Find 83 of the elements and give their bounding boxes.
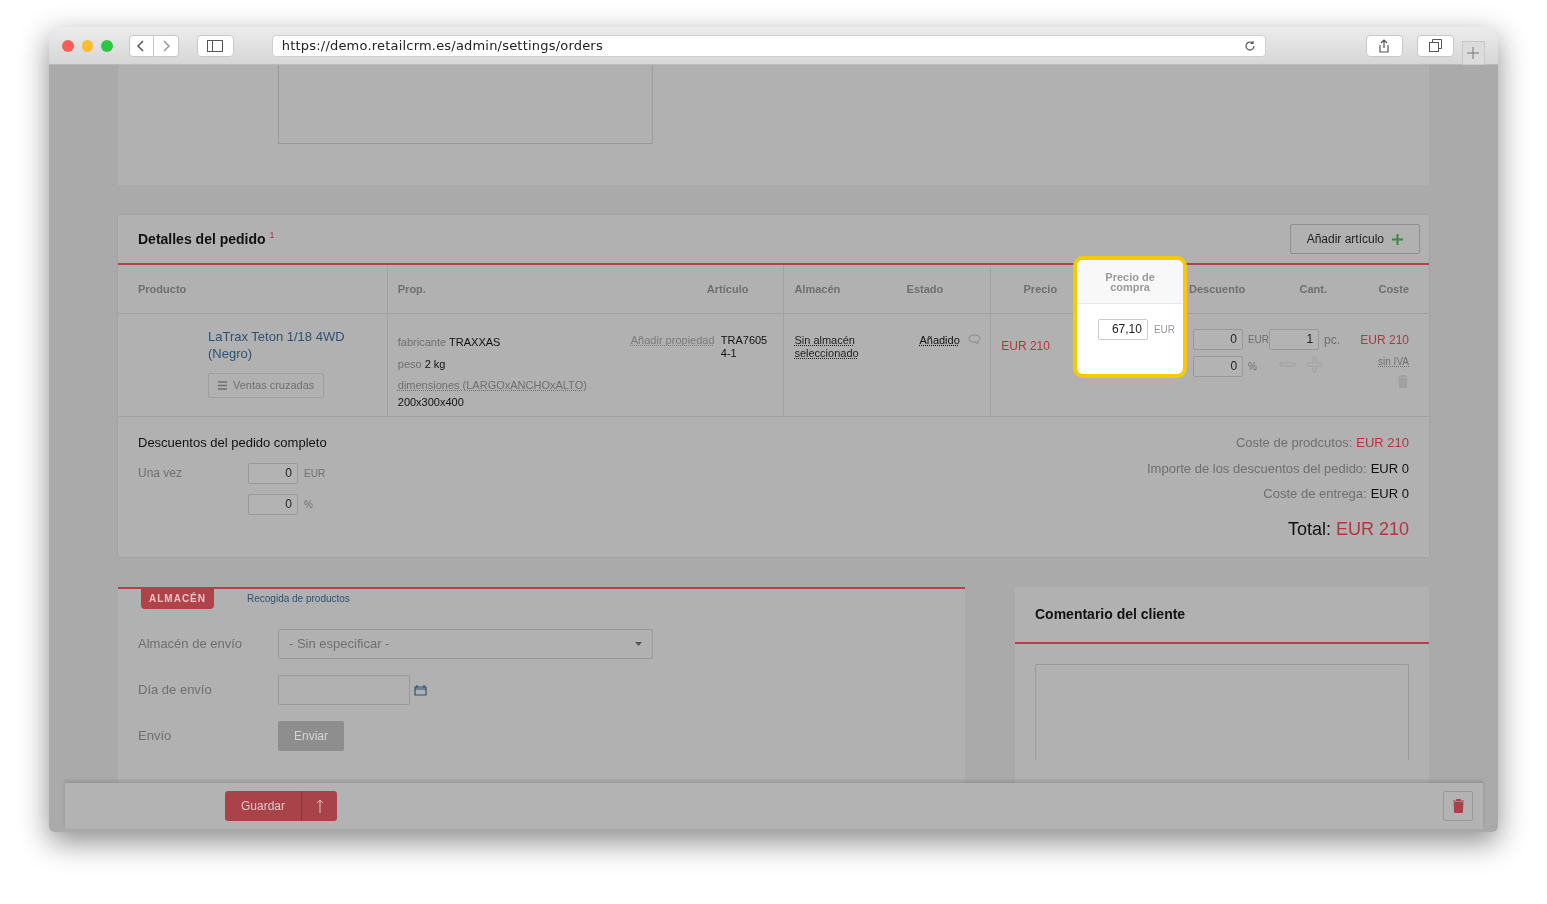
quantity-input[interactable]: 1 bbox=[1269, 329, 1320, 350]
section-title: Comentario del cliente bbox=[1035, 604, 1186, 624]
total-label: Importe de los descuentos del pedido: bbox=[1147, 459, 1367, 478]
share-button[interactable] bbox=[1365, 34, 1403, 57]
total-label: Coste de entrega: bbox=[1263, 485, 1367, 503]
section-title: Detalles del pedido bbox=[138, 229, 266, 249]
shipping-tab[interactable]: ALMACÉN bbox=[141, 588, 214, 609]
currency-label: EUR bbox=[1153, 323, 1176, 337]
field-label: Día de envío bbox=[138, 680, 213, 699]
property-value: 200x300x400 bbox=[397, 394, 465, 410]
arrow-up-icon bbox=[315, 799, 324, 813]
calendar-icon[interactable] bbox=[414, 683, 427, 696]
total-label: Coste de prodcutos: bbox=[1235, 434, 1353, 452]
delete-button[interactable] bbox=[1443, 791, 1473, 821]
column-header: Producto bbox=[138, 281, 187, 297]
section-subtitle: Descuentos del pedido completo bbox=[138, 434, 327, 452]
product-link[interactable]: LaTrax Teton 1/18 4WD (Negro) bbox=[208, 328, 358, 362]
field-label: Almacén de envío bbox=[138, 634, 244, 653]
plus-icon bbox=[1392, 233, 1403, 245]
order-discount-percent-input[interactable]: 0 bbox=[248, 493, 298, 515]
article-number: TRA7605 4-1 bbox=[720, 334, 769, 360]
total-value: EUR 210 bbox=[1356, 434, 1409, 452]
order-discount-input[interactable]: 0 bbox=[248, 462, 298, 484]
column-header: Coste bbox=[1378, 281, 1409, 297]
comment-field[interactable] bbox=[1035, 663, 1409, 760]
tax-note: sin IVA bbox=[1378, 355, 1409, 369]
cost-value: EUR 210 bbox=[1360, 332, 1409, 349]
back-button[interactable] bbox=[128, 34, 154, 57]
add-item-button[interactable]: Añadir artículo bbox=[1289, 224, 1420, 254]
field-label: Una vez bbox=[138, 465, 184, 482]
status-link[interactable]: Añadido bbox=[919, 334, 960, 347]
grand-total-value: EUR 210 bbox=[1335, 517, 1409, 541]
column-header: Descuento bbox=[1189, 281, 1246, 297]
purchase-price-input[interactable]: 67,10 bbox=[1097, 319, 1148, 340]
currency-label: EUR bbox=[304, 466, 326, 481]
price-value: EUR 210 bbox=[1001, 339, 1050, 353]
property-label: fabricante bbox=[397, 335, 447, 350]
column-header: Precio de compra bbox=[1104, 271, 1156, 292]
close-window-icon[interactable] bbox=[62, 39, 74, 52]
property-label: dimensiones (LARGOxANCHOxALTO) bbox=[397, 378, 588, 393]
tabs-icon bbox=[1428, 39, 1442, 52]
property-label: peso bbox=[397, 356, 422, 372]
discount-percent-input[interactable]: 0 bbox=[1193, 356, 1244, 377]
trash-icon bbox=[1452, 799, 1464, 813]
chevron-left-icon bbox=[137, 39, 146, 52]
field-label: Envío bbox=[138, 726, 173, 745]
new-tab-button[interactable] bbox=[1461, 40, 1485, 65]
date-field[interactable] bbox=[278, 674, 410, 705]
warehouse-link[interactable]: Sin almacén seleccionado bbox=[794, 334, 920, 360]
list-icon bbox=[218, 381, 227, 390]
share-icon bbox=[1378, 38, 1391, 53]
property-value: 2 kg bbox=[424, 356, 446, 372]
url-text: https://demo.retailcrm.es/admin/settings/orders bbox=[281, 36, 604, 55]
percent-label: % bbox=[304, 497, 313, 512]
chevron-right-icon bbox=[161, 39, 170, 52]
caret-icon bbox=[635, 641, 642, 646]
column-header: Prop. bbox=[397, 281, 426, 297]
grand-total-label: Total: bbox=[1287, 517, 1331, 541]
minimize-window-icon[interactable] bbox=[81, 39, 94, 52]
forward-button[interactable] bbox=[153, 34, 179, 57]
sidebar-icon bbox=[207, 39, 224, 52]
shipping-tab[interactable]: Recogida de productos bbox=[247, 588, 350, 609]
currency-label: EUR bbox=[1247, 333, 1270, 347]
percent-label: % bbox=[1248, 360, 1257, 374]
column-header: Almacén bbox=[794, 281, 841, 297]
column-header: Cant. bbox=[1299, 281, 1327, 297]
plus-icon bbox=[1467, 46, 1480, 59]
total-value: EUR 0 bbox=[1370, 459, 1409, 478]
column-header: Precio bbox=[1023, 281, 1058, 297]
tabs-button[interactable] bbox=[1416, 34, 1454, 57]
text-area[interactable] bbox=[278, 65, 653, 144]
zoom-window-icon[interactable] bbox=[101, 39, 113, 52]
address-bar[interactable]: https://demo.retailcrm.es/admin/settings/orders bbox=[271, 34, 1266, 57]
unit-label: pc. bbox=[1324, 331, 1341, 349]
column-header: Artículo bbox=[706, 281, 749, 297]
comment-icon[interactable] bbox=[967, 334, 981, 344]
column-header: Estado bbox=[906, 281, 944, 297]
footnote-mark: 1 bbox=[269, 229, 275, 242]
total-value: EUR 0 bbox=[1370, 485, 1409, 503]
discount-input[interactable]: 0 bbox=[1193, 329, 1243, 350]
reload-icon[interactable] bbox=[1243, 39, 1256, 52]
sidebar-button[interactable] bbox=[196, 34, 234, 57]
property-value: TRAXXAS bbox=[449, 335, 501, 350]
